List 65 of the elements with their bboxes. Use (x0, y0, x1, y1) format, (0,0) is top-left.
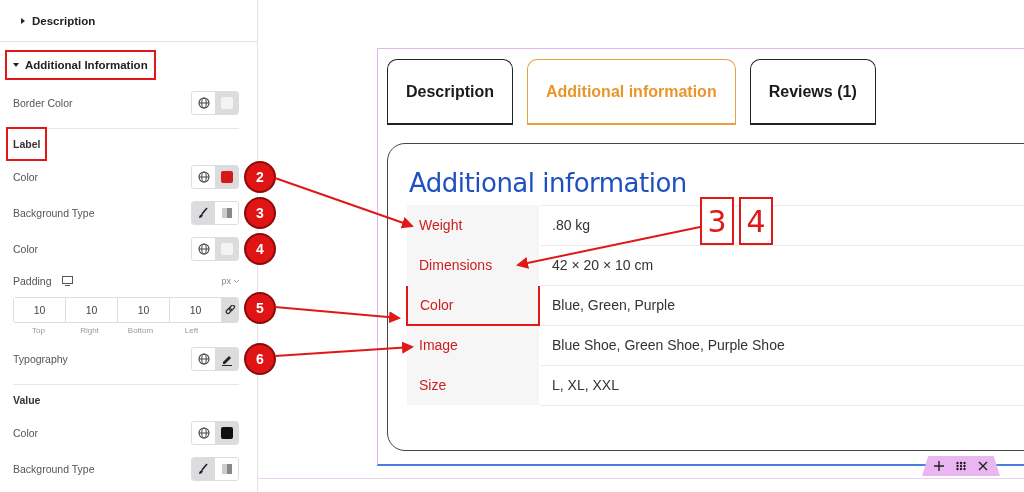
brush-icon (198, 207, 209, 219)
color-control[interactable] (191, 165, 239, 189)
input-caption: Bottom (126, 326, 155, 335)
globe-icon (197, 353, 210, 365)
attribute-label: Size (407, 365, 539, 405)
control-label: Border Color (13, 97, 73, 109)
unit-selector[interactable]: px (221, 276, 239, 286)
color-swatch[interactable] (220, 427, 233, 439)
color-control[interactable] (191, 237, 239, 261)
callout-number: 4 (739, 197, 773, 245)
control-label: Color (13, 171, 39, 183)
section-header[interactable]: Description (12, 5, 104, 36)
callout-number: 3 (700, 197, 734, 245)
add-icon[interactable] (934, 461, 944, 471)
attribute-label: Dimensions (407, 245, 539, 285)
attribute-value: L, XL, XXL (539, 365, 1024, 405)
attribute-value: Blue Shoe, Green Shoe, Purple Shoe (539, 325, 1024, 365)
attribute-value: Blue, Green, Purple (539, 285, 1024, 325)
control-label: Color (13, 427, 39, 439)
control-label: Typography (13, 353, 68, 365)
caret-icon (20, 17, 26, 24)
input-caption: Right (79, 326, 100, 335)
gradient-icon (221, 464, 232, 474)
control-label: Background Type (13, 207, 95, 219)
step-badge: 5 (246, 294, 274, 322)
globe-icon (197, 243, 210, 255)
control-label: Padding (13, 275, 52, 287)
gradient-icon (221, 208, 232, 218)
drag-handle-icon[interactable] (956, 461, 966, 471)
color-swatch[interactable] (220, 243, 233, 255)
section-title: Additional information (409, 168, 688, 198)
color-control[interactable] (191, 91, 239, 115)
section-heading: Label (6, 127, 48, 161)
tab[interactable]: Reviews (1) (749, 59, 876, 125)
typography-control[interactable] (191, 347, 239, 371)
globe-icon (197, 97, 210, 109)
attribute-label: Color (407, 285, 539, 325)
color-swatch[interactable] (220, 171, 233, 183)
globe-icon (197, 171, 210, 183)
brush-icon (198, 463, 209, 475)
desktop-icon (61, 276, 73, 286)
step-badge: 3 (246, 199, 274, 227)
step-badge: 2 (246, 163, 274, 191)
step-badge: 6 (246, 345, 274, 373)
link-button[interactable] (222, 298, 238, 322)
step-badge: 4 (246, 235, 274, 263)
chevron-icon (234, 279, 239, 283)
close-icon[interactable] (978, 461, 988, 471)
control-label: Color (13, 243, 39, 255)
classic-option[interactable] (192, 458, 215, 480)
input-caption: Top (31, 326, 46, 335)
padding-input[interactable]: 10 (14, 298, 66, 322)
tab[interactable]: Description (387, 59, 513, 125)
link-icon (224, 305, 236, 315)
section-header[interactable]: Additional Information (5, 50, 156, 80)
color-swatch[interactable] (220, 97, 233, 109)
section-heading: Value (12, 393, 42, 408)
globe-icon (197, 427, 210, 439)
attribute-label: Image (407, 325, 539, 365)
attribute-label: Weight (407, 205, 539, 245)
classic-option[interactable] (192, 202, 215, 224)
color-control[interactable] (191, 421, 239, 445)
control-label: Background Type (13, 463, 95, 475)
input-caption: Left (183, 326, 200, 335)
caret-icon (13, 62, 19, 68)
